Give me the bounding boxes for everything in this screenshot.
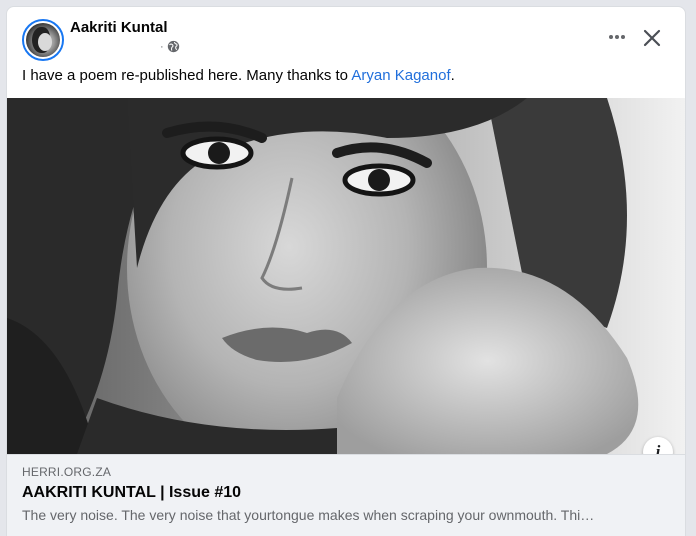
link-description: The very noise. The very noise that your…: [22, 507, 595, 523]
post-card: Aakriti Kuntal · I have a poem re-publis…: [6, 6, 686, 536]
link-title[interactable]: AAKRITI KUNTAL | Issue #10: [22, 484, 241, 502]
post-text-body: I have a poem re-published here. Many th…: [22, 67, 352, 84]
more-horizontal-icon: [621, 35, 625, 39]
more-options-button[interactable]: [605, 25, 629, 49]
globe-icon[interactable]: [167, 40, 180, 53]
mention-link[interactable]: Aryan Kaganof: [351, 67, 450, 84]
author-name[interactable]: Aakriti Kuntal: [70, 19, 168, 36]
link-domain: HERRI.ORG.ZA: [22, 465, 112, 479]
post-meta: ·: [160, 40, 180, 53]
post-header: Aakriti Kuntal ·: [7, 7, 685, 67]
link-preview-image[interactable]: [7, 98, 685, 454]
post-text-end: .: [450, 67, 455, 84]
close-icon[interactable]: [639, 25, 665, 51]
avatar-photo: [26, 23, 60, 57]
link-preview[interactable]: HERRI.ORG.ZA AAKRITI KUNTAL | Issue #10 …: [7, 454, 685, 536]
avatar[interactable]: [22, 19, 64, 61]
more-horizontal-icon: [609, 35, 613, 39]
more-horizontal-icon: [615, 35, 619, 39]
portrait-photo: [7, 98, 685, 454]
post-text: I have a poem re-published here. Many th…: [22, 67, 455, 84]
timestamp-separator: ·: [160, 40, 164, 53]
